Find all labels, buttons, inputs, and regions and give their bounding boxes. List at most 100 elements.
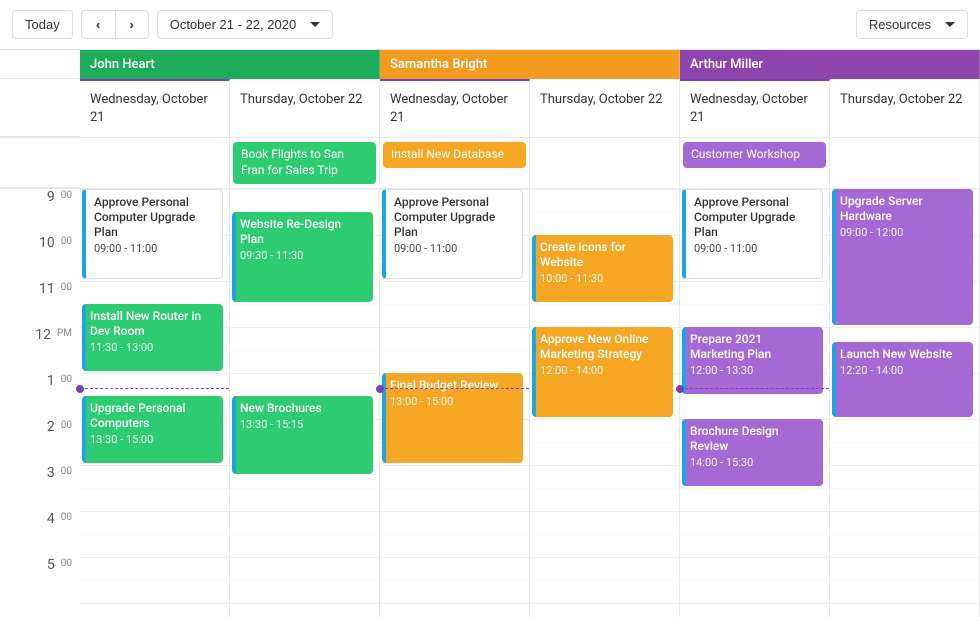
resources-label: Resources <box>869 17 931 32</box>
day-header[interactable]: Thursday, October 22 <box>830 79 980 137</box>
allday-cell[interactable] <box>830 138 980 187</box>
allday-cell[interactable] <box>530 138 680 187</box>
day-column[interactable]: Approve Personal Computer Upgrade Plan09… <box>380 189 530 617</box>
date-range-selector[interactable]: October 21 - 22, 2020 <box>157 10 333 39</box>
resources-button[interactable]: Resources <box>856 10 968 39</box>
chevron-left-icon: ‹ <box>96 17 100 32</box>
event-title: Approve Personal Computer Upgrade Plan <box>694 195 816 240</box>
gutter-spacer <box>0 50 80 79</box>
day-header[interactable]: Wednesday, October 21 <box>80 79 230 137</box>
hour-label: 200 <box>0 419 80 465</box>
allday-event[interactable]: Customer Workshop <box>683 142 826 168</box>
event-title: Approve New Online Marketing Strategy <box>540 332 667 362</box>
event-title: Install New Router in Dev Room <box>90 309 217 339</box>
prev-button[interactable]: ‹ <box>81 10 115 39</box>
day-column[interactable]: Website Re-Design Plan 09:30 - 11:30 New B… <box>230 189 380 617</box>
hour-label: 12PM <box>0 327 80 373</box>
hour-label: 100 <box>0 373 80 419</box>
event-time: 09:00 - 11:00 <box>394 242 516 256</box>
today-button[interactable]: Today <box>12 10 73 39</box>
event-bar <box>532 235 536 302</box>
calendar-event[interactable]: Brochure Design Review 14:00 - 15:30 <box>682 419 823 486</box>
event-time: 12:00 - 14:00 <box>540 364 667 378</box>
now-indicator-dot <box>376 385 384 393</box>
day-column[interactable]: Create Icons for Website 10:00 - 11:30 App… <box>530 189 680 617</box>
hour-label: 900 <box>0 189 80 235</box>
allday-cell[interactable] <box>80 138 230 187</box>
day-column[interactable]: Upgrade Server Hardware 09:00 - 12:00 Laun… <box>830 189 980 617</box>
event-time: 09:00 - 12:00 <box>840 226 967 240</box>
calendar-event[interactable]: Launch New Website 12:20 - 14:00 <box>832 342 973 417</box>
allday-event[interactable]: Book Flights to San Fran for Sales Trip <box>233 142 376 183</box>
calendar-event[interactable]: Approve Personal Computer Upgrade Plan 09… <box>82 189 223 279</box>
event-time: 09:00 - 11:00 <box>94 242 216 256</box>
event-time: 13:30 - 15:00 <box>90 433 217 447</box>
calendar-event[interactable]: Upgrade Server Hardware 09:00 - 12:00 <box>832 189 973 325</box>
day-header[interactable]: Wednesday, October 21 <box>680 79 830 137</box>
grid-body: 9001000110012PM100200300400500 Approve P… <box>0 189 980 617</box>
calendar-event[interactable]: Create Icons for Website 10:00 - 11:30 <box>532 235 673 302</box>
event-title: Final Budget Review <box>390 378 517 393</box>
now-indicator-dot <box>76 385 84 393</box>
hour-label: 400 <box>0 511 80 557</box>
event-bar <box>682 327 686 394</box>
hour-label: 1100 <box>0 281 80 327</box>
event-title: Brochure Design Review <box>690 424 817 454</box>
event-bar <box>232 396 236 475</box>
event-bar <box>682 419 686 486</box>
event-time: 14:00 - 15:30 <box>690 456 817 470</box>
nav-group: ‹ › <box>81 10 149 39</box>
event-title: Approve Personal Computer Upgrade Plan <box>94 195 216 240</box>
days-header-row: Wednesday, October 21Thursday, October 2… <box>0 79 980 138</box>
now-indicator-dot <box>676 385 684 393</box>
calendar-event[interactable]: Install New Router in Dev Room 11:30 - 13… <box>82 304 223 371</box>
event-title: Website Re-Design Plan <box>240 217 367 247</box>
event-bar <box>82 396 86 463</box>
event-title: Upgrade Server Hardware <box>840 194 967 224</box>
time-gutter: 9001000110012PM100200300400500 <box>0 189 80 617</box>
day-column[interactable]: Approve Personal Computer Upgrade Plan 09… <box>80 189 230 617</box>
event-time: 10:00 - 11:30 <box>540 272 667 286</box>
calendar-event[interactable]: Approve Personal Computer Upgrade Plan 09… <box>682 189 823 279</box>
scheduler: John HeartSamantha BrightArthur Miller W… <box>0 50 980 617</box>
event-title: Create Icons for Website <box>540 240 667 270</box>
hour-label: 300 <box>0 465 80 511</box>
gutter-spacer <box>0 79 80 137</box>
toolbar: Today ‹ › October 21 - 22, 2020 Resource… <box>0 0 980 50</box>
calendar-event[interactable]: New Brochures13:30 - 15:15 <box>232 396 373 475</box>
hour-label: 500 <box>0 557 80 603</box>
calendar-event[interactable]: Approve Personal Computer Upgrade Plan09… <box>382 189 523 279</box>
event-bar <box>82 304 86 371</box>
next-button[interactable]: › <box>115 10 149 39</box>
now-indicator <box>380 388 529 389</box>
date-range-label: October 21 - 22, 2020 <box>170 17 296 32</box>
event-time: 09:00 - 11:00 <box>694 242 816 256</box>
event-time: 12:20 - 14:00 <box>840 364 967 378</box>
chevron-right-icon: › <box>130 17 134 32</box>
allday-cell[interactable]: Book Flights to San Fran for Sales Trip <box>230 138 380 187</box>
event-time: 09:30 - 11:30 <box>240 249 367 263</box>
day-header[interactable]: Thursday, October 22 <box>530 79 680 137</box>
event-bar <box>832 342 836 417</box>
day-header[interactable]: Thursday, October 22 <box>230 79 380 137</box>
allday-event[interactable]: Install New Database <box>383 142 526 168</box>
day-column[interactable]: Approve Personal Computer Upgrade Plan 09… <box>680 189 830 617</box>
gutter-spacer <box>0 138 80 187</box>
event-time: 11:30 - 13:00 <box>90 341 217 355</box>
calendar-event[interactable]: Final Budget Review13:00 - 15:00 <box>382 373 523 463</box>
resource-header: Arthur Miller <box>680 50 980 79</box>
allday-cell[interactable]: Customer Workshop <box>680 138 830 187</box>
resource-header-row: John HeartSamantha BrightArthur Miller <box>0 50 980 79</box>
day-header[interactable]: Wednesday, October 21 <box>380 79 530 137</box>
resource-header: Samantha Bright <box>380 50 680 79</box>
calendar-event[interactable]: Upgrade Personal Computers 13:30 - 15:00 <box>82 396 223 463</box>
event-time: 13:30 - 15:15 <box>240 418 367 432</box>
event-title: Launch New Website <box>840 347 967 362</box>
event-bar <box>532 327 536 417</box>
event-bar <box>232 212 236 302</box>
event-title: Upgrade Personal Computers <box>90 401 217 431</box>
calendar-event[interactable]: Website Re-Design Plan 09:30 - 11:30 <box>232 212 373 302</box>
calendar-event[interactable]: Approve New Online Marketing Strategy 12:… <box>532 327 673 417</box>
calendar-event[interactable]: Prepare 2021 Marketing Plan12:00 - 13:30 <box>682 327 823 394</box>
allday-cell[interactable]: Install New Database <box>380 138 530 187</box>
